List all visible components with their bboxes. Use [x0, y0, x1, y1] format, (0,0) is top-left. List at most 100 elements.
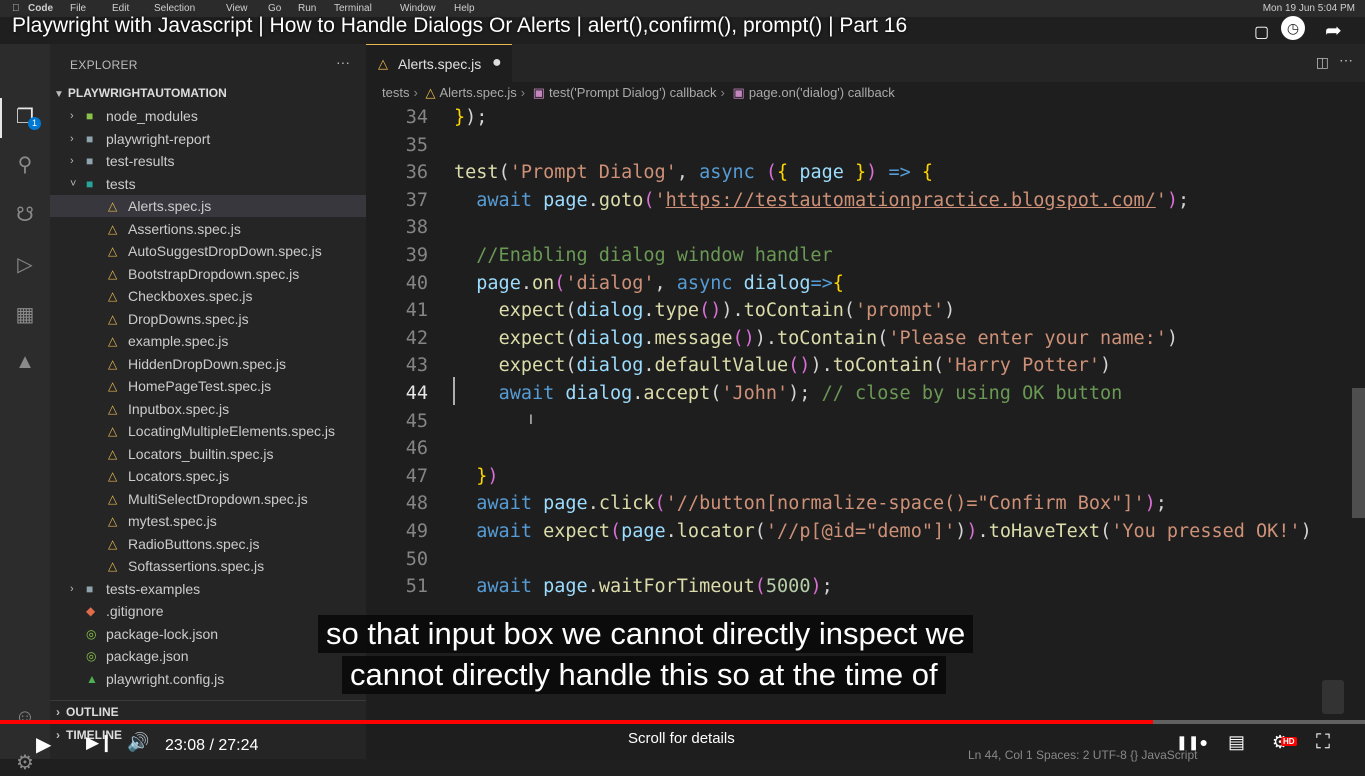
menu-code[interactable]: Code — [28, 3, 53, 14]
code-line: 48 await page.click('//button[normalize-… — [366, 490, 1365, 518]
breadcrumb-item[interactable]: Alerts.spec.js — [439, 85, 516, 100]
tree-item-label: mytest.spec.js — [128, 513, 217, 529]
code-text: test('Prompt Dialog', async ({ page }) =… — [454, 162, 934, 184]
menu-terminal[interactable]: Terminal — [334, 3, 372, 14]
file-item[interactable]: △ Checkboxes.spec.js — [50, 285, 366, 307]
extensions-icon[interactable]: ▦ — [12, 302, 38, 328]
breadcrumb-item[interactable]: tests — [382, 85, 409, 100]
tree-item-label: Checkboxes.spec.js — [128, 288, 253, 304]
apple-menu-icon[interactable]:  — [12, 3, 20, 14]
workspace-label: PLAYWRIGHTAUTOMATION — [67, 86, 227, 100]
file-item[interactable]: △ Inputbox.spec.js — [50, 398, 366, 420]
code-line: 36 test('Prompt Dialog', async ({ page })… — [366, 159, 1365, 187]
file-item[interactable]: △ RadioButtons.spec.js — [50, 533, 366, 555]
file-item[interactable]: △ mytest.spec.js — [50, 510, 366, 532]
folder-item[interactable]: › ■ test-results — [50, 150, 366, 172]
code-text: await page.goto('https://testautomationp… — [476, 189, 1190, 211]
watch-later-icon[interactable]: ◷ — [1281, 16, 1305, 40]
file-item[interactable]: △ Assertions.spec.js — [50, 218, 366, 240]
flask-icon: △ — [108, 536, 118, 551]
tree-item-label: RadioButtons.spec.js — [128, 535, 260, 552]
menu-edit[interactable]: Edit — [112, 3, 129, 14]
hd-badge: HD — [1281, 737, 1297, 746]
line-number: 40 — [405, 272, 428, 294]
split-editor-icon[interactable]: ◫ — [1316, 54, 1329, 71]
menu-file[interactable]: File — [70, 3, 86, 14]
flask-icon: △ — [378, 56, 388, 71]
play-icon[interactable]: ▶ — [36, 732, 51, 757]
flask-icon: △ — [108, 424, 118, 438]
file-item[interactable]: △ AutoSuggestDropDown.spec.js — [50, 240, 366, 262]
testing-icon[interactable]: ▲ — [12, 349, 38, 375]
flask-icon: △ — [108, 379, 118, 393]
folder-item[interactable]: ˅ ■ tests — [50, 173, 366, 195]
git-icon: ◆ — [86, 604, 96, 618]
flask-icon: △ — [425, 85, 436, 100]
source-control-icon[interactable]: ☋ — [12, 202, 38, 228]
folder-icon: ■ — [86, 581, 94, 596]
fullscreen-icon[interactable]: ⛶ — [1316, 731, 1330, 754]
tree-item-label: package-lock.json — [106, 625, 219, 642]
line-number: 47 — [405, 465, 428, 487]
tree-item-label: Inputbox.spec.js — [128, 400, 230, 417]
tab-alerts-spec[interactable]: △ Alerts.spec.js ● — [366, 44, 512, 83]
volume-icon[interactable]: 🔊 — [127, 732, 149, 753]
code-line: 40 page.on('dialog', async dialog=>{ — [366, 270, 1365, 298]
file-item[interactable]: ▲ playwright.config.js — [50, 668, 366, 690]
code-text: page.on('dialog', async dialog=>{ — [476, 272, 844, 294]
more-actions-icon[interactable]: ⋯ — [1339, 52, 1353, 69]
run-debug-icon[interactable]: ▷ — [12, 252, 38, 278]
menu-help[interactable]: Help — [454, 3, 475, 14]
file-item[interactable]: △ Locators_builtin.spec.js — [50, 443, 366, 465]
breadcrumb-item[interactable]: test('Prompt Dialog') callback — [549, 85, 717, 100]
menu-go[interactable]: Go — [268, 3, 281, 14]
more-actions-icon[interactable]: ··· — [336, 54, 350, 70]
editor-scrollbar[interactable] — [1352, 388, 1365, 518]
menubar-clock: Mon 19 Jun 5:04 PM — [1262, 3, 1355, 14]
miniplayer-icon[interactable]: ▢ — [1254, 22, 1269, 42]
menu-selection[interactable]: Selection — [154, 3, 195, 14]
file-item[interactable]: △ HomePageTest.spec.js — [50, 375, 366, 397]
video-controls: ▶ ▶❙ 🔊 23:08 / 27:24 Scroll for details … — [0, 724, 1365, 762]
folder-item[interactable]: › ■ node_modules — [50, 105, 366, 127]
file-item[interactable]: △ HiddenDropDown.spec.js — [50, 353, 366, 375]
file-item[interactable]: △ example.spec.js — [50, 330, 366, 352]
code-text: expect(dialog.message()).toContain('Plea… — [498, 327, 1179, 349]
line-number: 34 — [405, 107, 428, 128]
file-item[interactable]: △ LocatingMultipleElements.spec.js — [50, 420, 366, 442]
chevron-right-icon: › — [70, 132, 74, 145]
next-icon[interactable]: ▶❙ — [86, 733, 113, 753]
json-icon: ◎ — [86, 649, 97, 663]
video-title[interactable]: Playwright with Javascript | How to Hand… — [12, 14, 907, 38]
code-text: await expect(page.locator('//p[@id="demo… — [476, 521, 1312, 542]
flask-icon: △ — [108, 266, 118, 281]
menu-run[interactable]: Run — [298, 3, 316, 14]
menu-window[interactable]: Window — [400, 3, 436, 14]
workspace-folder[interactable]: ▼ PLAYWRIGHTAUTOMATION — [54, 86, 227, 100]
chevron-right-icon: › — [70, 155, 74, 167]
folder-item[interactable]: › ■ playwright-report — [50, 128, 366, 150]
line-number: 44 — [405, 383, 428, 404]
code-line: 47 }) — [366, 463, 1365, 491]
line-number: 51 — [405, 576, 428, 598]
breadcrumb-item[interactable]: page.on('dialog') callback — [749, 85, 895, 100]
file-item[interactable]: △ BootstrapDropdown.spec.js — [50, 263, 366, 285]
folder-item[interactable]: › ■ tests-examples — [50, 578, 366, 600]
search-icon[interactable]: ⚲ — [12, 152, 38, 178]
code-line: 49 await expect(page.locator('//p[@id="d… — [366, 518, 1365, 546]
unsaved-dot-icon[interactable]: ● — [492, 54, 502, 72]
autoplay-toggle-icon[interactable]: ❚❚● — [1176, 734, 1208, 751]
scroll-hint[interactable]: Scroll for details — [628, 730, 735, 747]
chevron-right-icon: › — [520, 85, 526, 100]
file-item[interactable]: △ DropDowns.spec.js — [50, 308, 366, 330]
file-item[interactable]: △ Softassertions.spec.js — [50, 555, 366, 577]
subtitles-icon[interactable]: ▤ — [1228, 732, 1245, 753]
file-item[interactable]: △ Alerts.spec.js — [50, 195, 366, 217]
file-item[interactable]: △ Locators.spec.js — [50, 465, 366, 487]
share-icon[interactable]: ➦ — [1325, 18, 1342, 43]
tab-bar: △ Alerts.spec.js ● ◫ ⋯ — [366, 44, 1365, 83]
code-line: 51 await page.waitForTimeout(5000); — [366, 573, 1365, 601]
file-item[interactable]: △ MultiSelectDropdown.spec.js — [50, 488, 366, 510]
code-text: await page.click('//button[normalize-spa… — [476, 493, 1167, 515]
menu-view[interactable]: View — [226, 3, 248, 14]
